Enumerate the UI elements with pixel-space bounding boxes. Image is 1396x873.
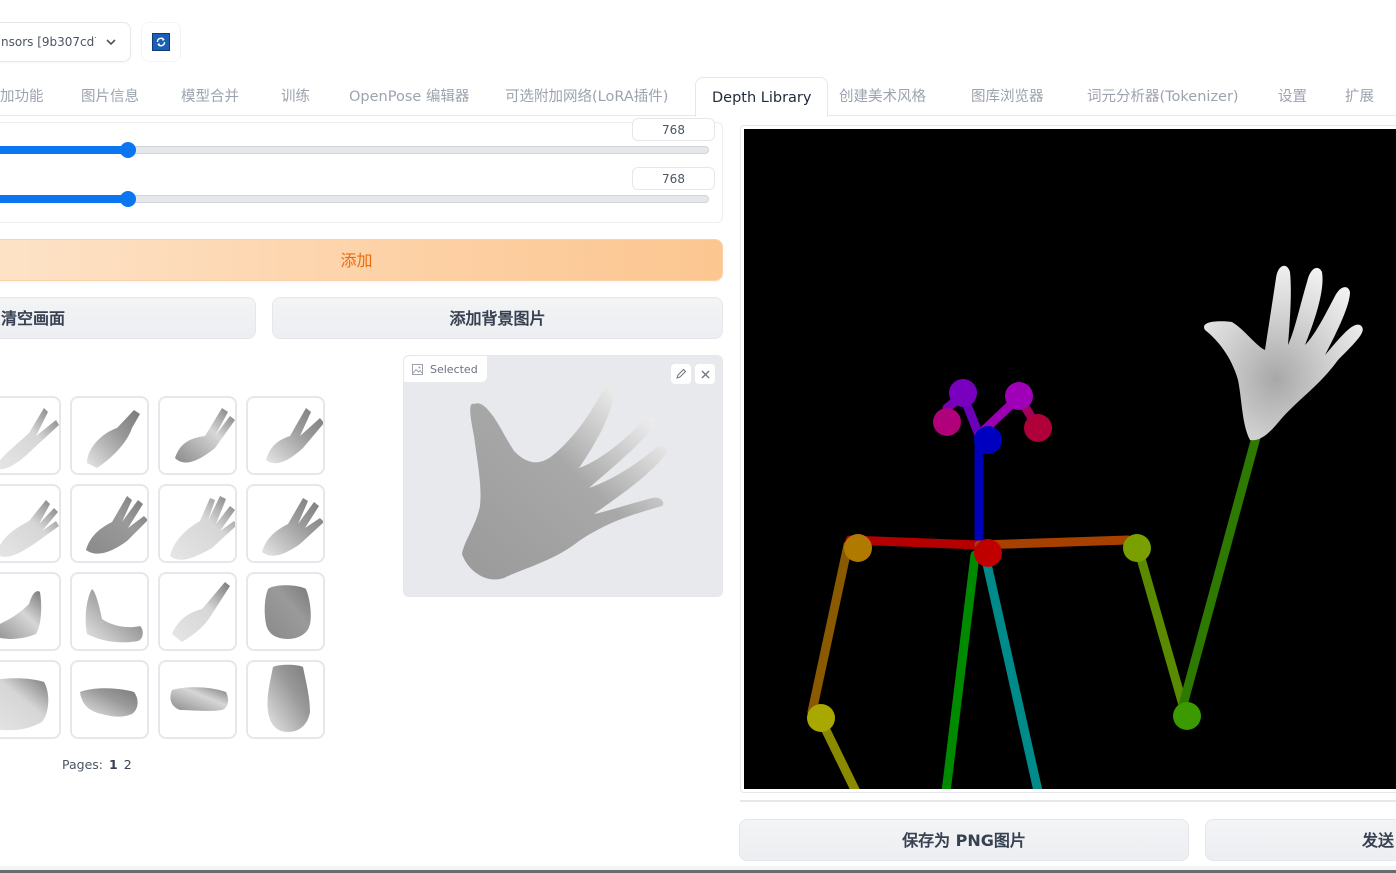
tab-settings[interactable]: 设置 <box>1278 77 1307 116</box>
depth-library-page: nsors [9b307cd7 加功能 图片信息 模型合并 训练 OpenPos… <box>0 0 1396 873</box>
save-png-button[interactable]: 保存为 PNG图片 <box>739 819 1189 861</box>
upper-arm-left-limb <box>807 540 853 717</box>
width-number-input[interactable]: 768 <box>632 118 715 141</box>
hand-thumbnail-image <box>266 408 323 464</box>
tab-create-aesthetic[interactable]: 创建美术风格 <box>839 77 926 116</box>
canvas-size-panel <box>0 122 723 223</box>
shoulder-left-joint[interactable] <box>844 534 872 562</box>
height-slider[interactable] <box>0 191 709 207</box>
library-thumbnail-hand-two-fingers-2[interactable] <box>70 396 149 475</box>
ear-right-joint[interactable] <box>1024 414 1052 442</box>
selected-hand-image <box>462 387 668 580</box>
width-slider-thumb[interactable] <box>120 142 136 158</box>
hand-thumbnail-image <box>0 678 49 731</box>
hand-thumbnail-image <box>262 498 323 556</box>
upper-arm-right-limb <box>1135 550 1188 710</box>
model-checkpoint-value: nsors [9b307cd7 <box>1 35 96 49</box>
nose-joint[interactable] <box>974 426 1002 454</box>
tab-train[interactable]: 训练 <box>281 77 310 116</box>
width-slider[interactable] <box>0 142 709 158</box>
library-thumbnail-hand-four-fingers[interactable] <box>158 484 237 563</box>
eye-left-joint[interactable] <box>949 379 977 407</box>
forearm-left-limb <box>817 717 860 789</box>
library-thumbnail-hand-three-fingers-1[interactable] <box>0 484 61 563</box>
refresh-icon <box>152 33 170 51</box>
hand-thumbnail-image <box>172 582 230 642</box>
elbow-right-joint[interactable] <box>1173 702 1201 730</box>
tab-tokenizer[interactable]: 词元分析器(Tokenizer) <box>1087 77 1239 116</box>
pose-canvas[interactable] <box>744 129 1396 789</box>
library-thumbnail-hand-peace-sign-1[interactable] <box>0 396 61 475</box>
hand-thumbnail-image <box>0 591 42 639</box>
hand-thumbnail-image <box>87 410 140 468</box>
page-1-link[interactable]: 1 <box>109 757 118 772</box>
openpose-skeleton <box>807 265 1363 789</box>
hand-thumbnail-image <box>80 688 138 717</box>
library-thumbnail-hand-fist-back[interactable] <box>246 572 325 651</box>
neck-joint[interactable] <box>974 539 1002 567</box>
hand-thumbnail-image <box>170 687 229 711</box>
library-thumbnail-hand-fist-bottom[interactable] <box>246 660 325 739</box>
library-thumbnail-hand-ok-sign-2[interactable] <box>70 572 149 651</box>
tab-checkpoint-merger[interactable]: 模型合并 <box>181 77 239 116</box>
divider <box>740 800 1396 802</box>
ear-left-joint[interactable] <box>933 408 961 436</box>
selected-image-panel: Selected <box>403 355 723 597</box>
hand-thumbnail-image <box>85 589 143 643</box>
hip-right-limb <box>980 550 1043 789</box>
hand-thumbnail-image <box>267 664 310 732</box>
send-button[interactable]: 发送 <box>1205 819 1396 861</box>
library-thumbnail-hand-three-fingers-2[interactable] <box>70 484 149 563</box>
library-thumbnail-hand-three-fingers-3[interactable] <box>246 484 325 563</box>
shoulder-right-joint[interactable] <box>1123 534 1151 562</box>
hand-thumbnail-image <box>175 408 235 463</box>
height-number-input[interactable]: 768 <box>632 167 715 190</box>
hand-thumbnail-image <box>170 496 235 560</box>
shoulder-right-limb <box>974 535 1133 550</box>
tab-extensions[interactable]: 扩展 <box>1345 77 1374 116</box>
library-thumbnail-hand-peace-sign-4[interactable] <box>246 396 325 475</box>
eye-right-joint[interactable] <box>1005 382 1033 410</box>
hand-thumbnail-image <box>0 500 59 557</box>
tab-openpose-editor[interactable]: OpenPose 编辑器 <box>349 77 469 116</box>
library-thumbnail-hand-fist-side-1[interactable] <box>70 660 149 739</box>
height-slider-thumb[interactable] <box>120 191 136 207</box>
page-2-link[interactable]: 2 <box>124 757 132 772</box>
library-thumbnail-hand-peace-sign-3[interactable] <box>158 396 237 475</box>
library-thumbnail-hand-ok-sign-1[interactable] <box>0 572 61 651</box>
hand-thumbnail-image <box>264 585 311 639</box>
add-background-image-button[interactable]: 添加背景图片 <box>272 297 723 339</box>
refresh-models-button[interactable] <box>141 22 181 62</box>
model-checkpoint-dropdown[interactable]: nsors [9b307cd7 <box>0 22 131 62</box>
forearm-right-limb <box>1178 425 1263 710</box>
hand-thumbnail-image <box>86 496 147 554</box>
tab-additional-networks[interactable]: 可选附加网络(LoRA插件) <box>505 77 668 116</box>
clear-canvas-button[interactable]: 清空画面 <box>0 297 256 339</box>
main-tabs: 加功能 图片信息 模型合并 训练 OpenPose 编辑器 可选附加网络(LoR… <box>0 77 1396 117</box>
width-slider-fill <box>0 146 128 154</box>
elbow-left-joint[interactable] <box>807 704 835 732</box>
library-thumbnail-hand-fist-side-2[interactable] <box>158 660 237 739</box>
tab-depth-library[interactable]: Depth Library <box>695 77 829 117</box>
library-thumbnail-hand-pointing-up[interactable] <box>158 572 237 651</box>
pages-label: Pages: <box>62 757 103 772</box>
pagination: Pages: 1 2 <box>62 757 132 772</box>
hip-left-limb <box>941 550 980 789</box>
tab-extras[interactable]: 加功能 <box>0 77 44 116</box>
height-slider-fill <box>0 195 128 203</box>
chevron-down-icon <box>106 39 116 46</box>
tab-image-browser[interactable]: 图库浏览器 <box>971 77 1044 116</box>
right-hand-depth-model[interactable] <box>1204 265 1363 441</box>
library-thumbnail-hand-fist-front[interactable] <box>0 660 61 739</box>
add-button[interactable]: 添加 <box>0 239 723 281</box>
hand-thumbnail-image <box>0 408 59 470</box>
tab-png-info[interactable]: 图片信息 <box>81 77 139 116</box>
